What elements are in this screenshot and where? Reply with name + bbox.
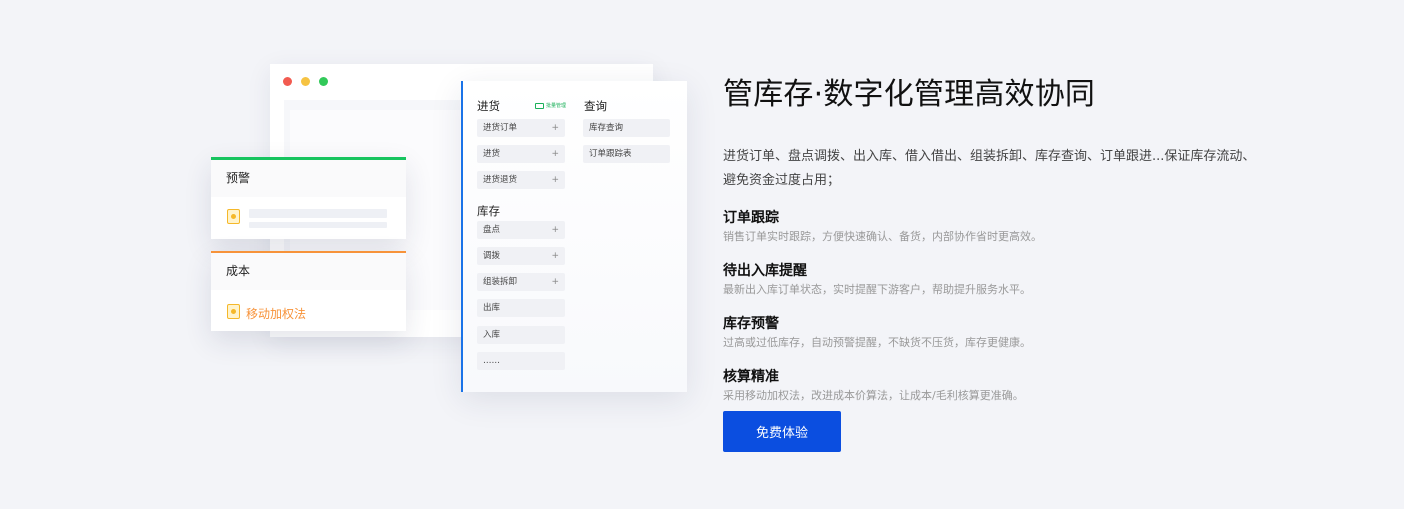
- menu-item-label: 订单跟踪表: [589, 149, 632, 159]
- cost-card-body: 移动加权法: [211, 290, 406, 368]
- menu-item-label: 盘点: [483, 225, 501, 235]
- menu-group-inventory-title: 库存: [477, 204, 500, 218]
- feature-desc: 过高或过低库存，自动预警提醒，不缺货不压货，库存更健康。: [723, 336, 1031, 349]
- menu-item-label: 库存查询: [589, 123, 624, 133]
- menu-item-transfer[interactable]: 调拨 +: [477, 247, 565, 265]
- batch-manage-label: 批量管理: [546, 103, 567, 109]
- batch-manage-badge: 批量管理: [535, 102, 566, 109]
- menu-item-purchase[interactable]: 进货 +: [477, 145, 565, 163]
- feature-title: 待出入库提醒: [723, 263, 807, 279]
- section-headline: 管库存·数字化管理高效协同: [723, 77, 1096, 112]
- menu-item-inbound[interactable]: 入库: [477, 326, 565, 344]
- menu-item-label: 进货: [483, 149, 501, 159]
- menu-item-stocktake[interactable]: 盘点 +: [477, 221, 565, 239]
- menu-item-outbound[interactable]: 出库: [477, 299, 565, 317]
- feature-stock-warning: 库存预警 过高或过低库存，自动预警提醒，不缺货不压货，库存更健康。: [723, 314, 1283, 352]
- cost-method-label: 移动加权法: [246, 307, 307, 321]
- feature-accurate-accounting: 核算精准 采用移动加权法，改进成本价算法，让成本/毛利核算更准确。: [723, 367, 1283, 405]
- menu-item-label: 进货退货: [483, 175, 518, 185]
- window-minimize-dot: [301, 77, 310, 86]
- warning-card: 预警: [211, 157, 406, 239]
- menu-item-label: 出库: [483, 303, 501, 313]
- section-intro: 进货订单、盘点调拨、出入库、借入借出、组装拆卸、库存查询、订单跟进...保证库存…: [723, 149, 1256, 188]
- plus-icon: +: [551, 225, 559, 235]
- menu-item-label: 进货订单: [483, 123, 518, 133]
- ticket-icon: [227, 209, 240, 224]
- window-maximize-dot: [319, 77, 328, 86]
- feature-desc: 销售订单实时跟踪，方便快速确认、备货，内部协作省时更高效。: [723, 230, 1042, 243]
- menu-group-purchase-title: 进货: [477, 99, 500, 113]
- free-trial-button[interactable]: 免费体验: [723, 411, 841, 452]
- cost-card-title: 成本: [211, 253, 406, 290]
- feature-title: 订单跟踪: [723, 210, 779, 226]
- feature-desc: 最新出入库订单状态，实时提醒下游客户，帮助提升服务水平。: [723, 283, 1031, 296]
- warning-card-title: 预警: [211, 160, 406, 197]
- feature-desc: 采用移动加权法，改进成本价算法，让成本/毛利核算更准确。: [723, 389, 1024, 402]
- placeholder-line: [249, 222, 387, 228]
- menu-item-order-tracking-report[interactable]: 订单跟踪表: [583, 145, 670, 163]
- plus-icon: +: [551, 175, 559, 185]
- plus-icon: +: [551, 251, 559, 261]
- batch-manage-icon: [535, 102, 544, 109]
- window-close-dot: [283, 77, 292, 86]
- plus-icon: +: [551, 149, 559, 159]
- menu-item-label: 组装拆卸: [483, 277, 518, 287]
- menu-group-query-title: 查询: [584, 99, 607, 113]
- placeholder-line: [249, 209, 387, 218]
- menu-item-more[interactable]: ……: [477, 352, 565, 370]
- menu-panel-mockup: 进货 批量管理 进货订单 + 进货 + 进货退货 + 库存 盘点 + 调拨 + …: [461, 81, 687, 392]
- menu-item-label: ……: [483, 356, 500, 366]
- menu-item-assembly[interactable]: 组装拆卸 +: [477, 273, 565, 291]
- plus-icon: +: [551, 123, 559, 133]
- menu-item-label: 调拨: [483, 251, 501, 261]
- menu-item-purchase-order[interactable]: 进货订单 +: [477, 119, 565, 137]
- feature-title: 库存预警: [723, 316, 779, 332]
- cost-card: 成本 移动加权法: [211, 251, 406, 331]
- ticket-icon: [227, 304, 240, 319]
- plus-icon: +: [551, 277, 559, 287]
- menu-item-purchase-return[interactable]: 进货退货 +: [477, 171, 565, 189]
- feature-inout-reminder: 待出入库提醒 最新出入库订单状态，实时提醒下游客户，帮助提升服务水平。: [723, 261, 1283, 299]
- menu-item-label: 入库: [483, 330, 501, 340]
- menu-item-stock-query[interactable]: 库存查询: [583, 119, 670, 137]
- feature-title: 核算精准: [723, 369, 779, 385]
- product-section: 进货 批量管理 进货订单 + 进货 + 进货退货 + 库存 盘点 + 调拨 + …: [0, 0, 1404, 509]
- feature-order-tracking: 订单跟踪 销售订单实时跟踪，方便快速确认、备货，内部协作省时更高效。: [723, 208, 1283, 246]
